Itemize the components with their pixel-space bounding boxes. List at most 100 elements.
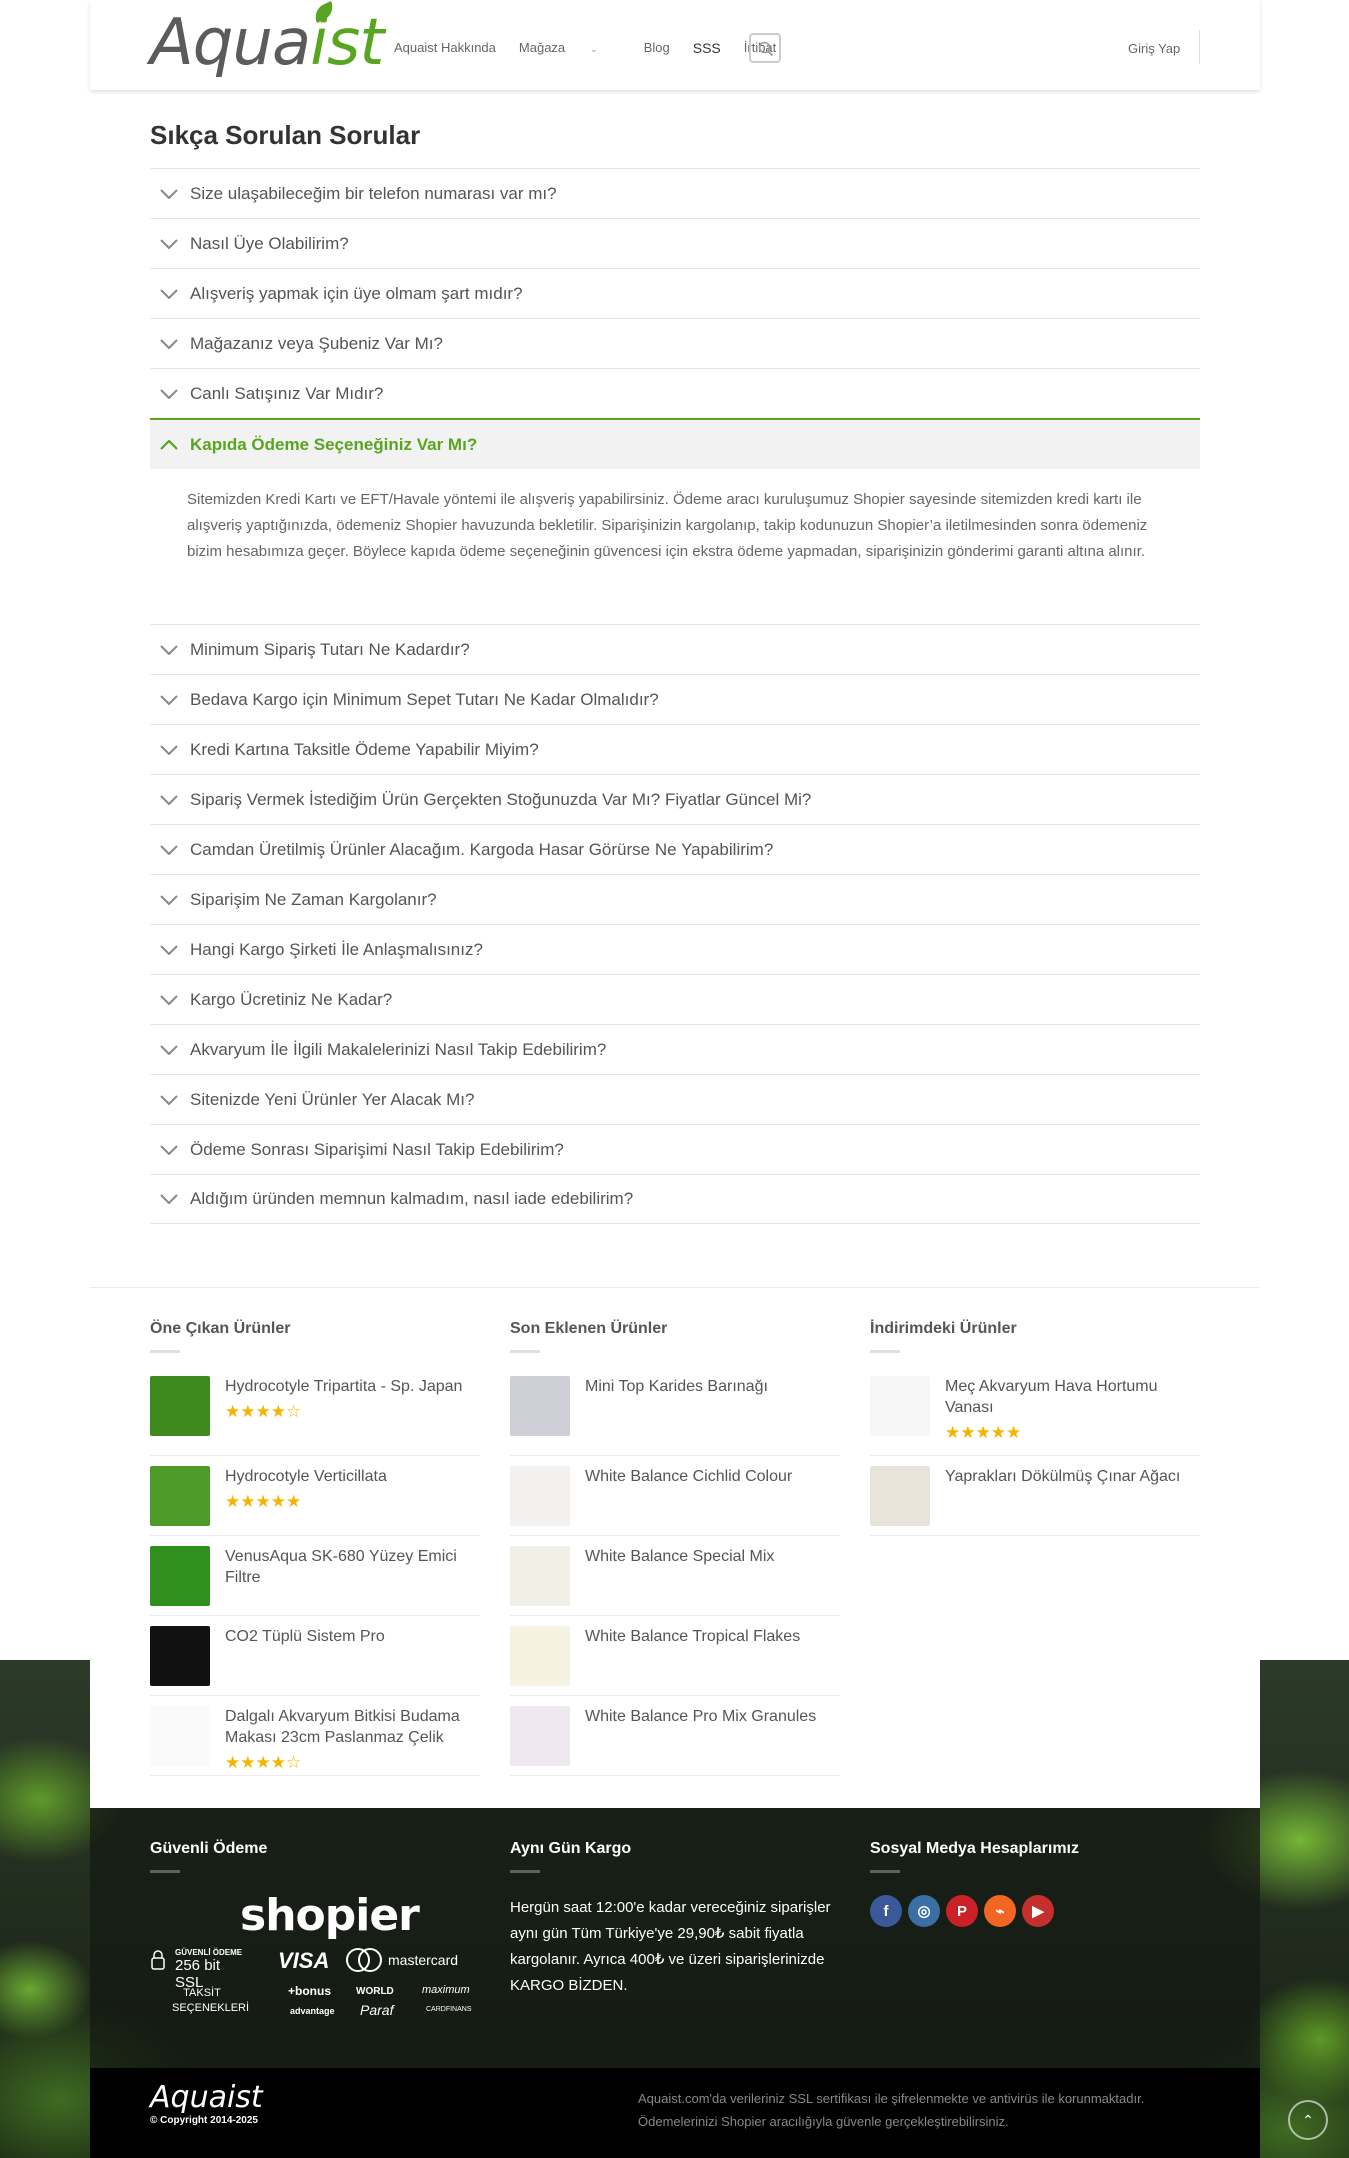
youtube-icon[interactable]: ▶ bbox=[1022, 1895, 1054, 1927]
faq-item[interactable]: Siparişim Ne Zaman Kargolanır? bbox=[150, 874, 1200, 924]
faq-question: Aldığım üründen memnun kalmadım, nasıl i… bbox=[190, 1189, 634, 1208]
sale-products: İndirimdeki Ürünler Meç Akvaryum Hava Ho… bbox=[870, 1320, 1200, 1536]
product-thumbnail[interactable] bbox=[510, 1376, 570, 1436]
title-underline bbox=[150, 1350, 180, 1353]
product-name[interactable]: White Balance Special Mix bbox=[585, 1546, 774, 1567]
copyright: © Copyright 2014-2025 bbox=[150, 2115, 258, 2126]
bonus-logo: +bonus bbox=[288, 1984, 332, 1998]
product-item[interactable]: White Balance Cichlid Colour bbox=[510, 1456, 840, 1536]
product-item[interactable]: White Balance Tropical Flakes bbox=[510, 1616, 840, 1696]
product-info: Hydrocotyle Verticillata ★★★★★ bbox=[225, 1466, 387, 1535]
faq-item[interactable]: Hangi Kargo Şirketi İle Anlaşmalısınız? bbox=[150, 924, 1200, 974]
mastercard-logo: mastercard bbox=[346, 1948, 458, 1977]
faq-item[interactable]: Camdan Üretilmiş Ürünler Alacağım. Kargo… bbox=[150, 824, 1200, 874]
chevron-down-icon bbox=[150, 894, 190, 905]
product-item[interactable]: Meç Akvaryum Hava Hortumu Vanası ★★★★★ bbox=[870, 1376, 1200, 1456]
facebook-icon[interactable]: f bbox=[870, 1895, 902, 1927]
product-item[interactable]: White Balance Pro Mix Granules bbox=[510, 1696, 840, 1776]
product-thumbnail[interactable] bbox=[150, 1706, 210, 1766]
footer-logo[interactable]: Aquaist bbox=[150, 2080, 263, 2115]
product-name[interactable]: White Balance Tropical Flakes bbox=[585, 1626, 800, 1647]
faq-item[interactable]: Mağazanız veya Şubeniz Var Mı? bbox=[150, 318, 1200, 368]
chevron-down-icon bbox=[150, 388, 190, 399]
nav-faq[interactable]: SSS bbox=[693, 40, 721, 56]
product-name[interactable]: White Balance Cichlid Colour bbox=[585, 1466, 792, 1487]
product-name[interactable]: White Balance Pro Mix Granules bbox=[585, 1706, 816, 1727]
faq-item[interactable]: Alışveriş yapmak için üye olmam şart mıd… bbox=[150, 268, 1200, 318]
faq-question: Kredi Kartına Taksitle Ödeme Yapabilir M… bbox=[190, 739, 539, 759]
chevron-down-icon bbox=[150, 744, 190, 755]
security-note: Aquaist.com'da verileriniz SSL sertifika… bbox=[638, 2091, 1145, 2129]
widget-title: Son Eklenen Ürünler bbox=[510, 1320, 668, 1337]
product-thumbnail[interactable] bbox=[150, 1626, 210, 1686]
faq-item[interactable]: Size ulaşabileceğim bir telefon numarası… bbox=[150, 168, 1200, 218]
faq-item[interactable]: Ödeme Sonrası Siparişimi Nasıl Takip Ede… bbox=[150, 1124, 1200, 1174]
product-item[interactable]: Dalgalı Akvaryum Bitkisi Budama Makası 2… bbox=[150, 1696, 480, 1776]
star-rating: ★★★★★ bbox=[945, 1423, 1022, 1442]
faq-item[interactable]: Sipariş Vermek İstediğim Ürün Gerçekten … bbox=[150, 774, 1200, 824]
faq-question: Ödeme Sonrası Siparişimi Nasıl Takip Ede… bbox=[190, 1139, 564, 1159]
product-name[interactable]: Yaprakları Dökülmüş Çınar Ağacı bbox=[945, 1466, 1180, 1487]
instagram-icon[interactable]: ◎ bbox=[908, 1895, 940, 1927]
faq-item-open[interactable]: Kapıda Ödeme Seçeneğiniz Var Mı? bbox=[150, 418, 1200, 469]
faq-item[interactable]: Nasıl Üye Olabilirim? bbox=[150, 218, 1200, 268]
faq-item[interactable]: Canlı Satışınız Var Mıdır? bbox=[150, 368, 1200, 418]
faq-question: Minimum Sipariş Tutarı Ne Kadardır? bbox=[190, 639, 470, 659]
faq-question: Mağazanız veya Şubeniz Var Mı? bbox=[190, 333, 443, 353]
product-name[interactable]: Meç Akvaryum Hava Hortumu Vanası bbox=[945, 1376, 1200, 1418]
lock-icon bbox=[151, 1950, 165, 1970]
faq-item[interactable]: Minimum Sipariş Tutarı Ne Kadardır? bbox=[150, 624, 1200, 674]
product-thumbnail[interactable] bbox=[870, 1376, 930, 1436]
product-thumbnail[interactable] bbox=[510, 1626, 570, 1686]
product-item[interactable]: CO2 Tüplü Sistem Pro bbox=[150, 1616, 480, 1696]
chevron-down-icon bbox=[150, 994, 190, 1005]
star-rating: ★★★★☆ bbox=[225, 1753, 302, 1772]
social-links: f ◎ P ⌁ ▶ bbox=[870, 1895, 1054, 1927]
product-item[interactable]: Yaprakları Dökülmüş Çınar Ağacı bbox=[870, 1456, 1200, 1536]
product-thumbnail[interactable] bbox=[150, 1466, 210, 1526]
product-name[interactable]: CO2 Tüplü Sistem Pro bbox=[225, 1626, 385, 1647]
search-button[interactable] bbox=[749, 33, 781, 63]
product-thumbnail[interactable] bbox=[150, 1546, 210, 1606]
faq-item[interactable]: Akvaryum İle İlgili Makalelerinizi Nasıl… bbox=[150, 1024, 1200, 1074]
nav-shop[interactable]: Mağaza ⌄ bbox=[519, 40, 621, 56]
product-info: White Balance Cichlid Colour bbox=[585, 1466, 792, 1535]
faq-question: Akvaryum İle İlgili Makalelerinizi Nasıl… bbox=[190, 1039, 607, 1059]
product-info: Mini Top Karides Barınağı bbox=[585, 1376, 768, 1455]
widget-title: Öne Çıkan Ürünler bbox=[150, 1320, 291, 1337]
title-underline bbox=[510, 1870, 540, 1873]
product-thumbnail[interactable] bbox=[150, 1376, 210, 1436]
nav-blog[interactable]: Blog bbox=[644, 40, 670, 56]
faq-item[interactable]: Bedava Kargo için Minimum Sepet Tutarı N… bbox=[150, 674, 1200, 724]
product-item[interactable]: Hydrocotyle Tripartita - Sp. Japan ★★★★☆ bbox=[150, 1376, 480, 1456]
product-item[interactable]: Hydrocotyle Verticillata ★★★★★ bbox=[150, 1456, 480, 1536]
chevron-down-icon bbox=[150, 188, 190, 199]
faq-item[interactable]: Sitenizde Yeni Ürünler Yer Alacak Mı? bbox=[150, 1074, 1200, 1124]
faq-item[interactable]: Kargo Ücretiniz Ne Kadar? bbox=[150, 974, 1200, 1024]
faq-item[interactable]: Aldığım üründen memnun kalmadım, nasıl i… bbox=[150, 1174, 1200, 1224]
site-logo[interactable]: Aquaist bbox=[150, 6, 384, 80]
product-thumbnail[interactable] bbox=[870, 1466, 930, 1526]
title-underline bbox=[510, 1350, 540, 1353]
product-thumbnail[interactable] bbox=[510, 1546, 570, 1606]
product-thumbnail[interactable] bbox=[510, 1706, 570, 1766]
nav-about[interactable]: Aquaist Hakkında bbox=[394, 40, 496, 56]
product-item[interactable]: Mini Top Karides Barınağı bbox=[510, 1376, 840, 1456]
product-item[interactable]: VenusAqua SK-680 Yüzey Emici Filtre bbox=[150, 1536, 480, 1616]
product-info: CO2 Tüplü Sistem Pro bbox=[225, 1626, 385, 1695]
product-name[interactable]: Dalgalı Akvaryum Bitkisi Budama Makası 2… bbox=[225, 1706, 480, 1748]
login-link[interactable]: Giriş Yap bbox=[1128, 41, 1180, 56]
product-name[interactable]: Hydrocotyle Tripartita - Sp. Japan bbox=[225, 1376, 462, 1397]
rss-icon[interactable]: ⌁ bbox=[984, 1895, 1016, 1927]
title-underline bbox=[870, 1870, 900, 1873]
faq-item[interactable]: Kredi Kartına Taksitle Ödeme Yapabilir M… bbox=[150, 724, 1200, 774]
product-thumbnail[interactable] bbox=[510, 1466, 570, 1526]
product-name[interactable]: Hydrocotyle Verticillata bbox=[225, 1466, 387, 1487]
product-name[interactable]: Mini Top Karides Barınağı bbox=[585, 1376, 768, 1397]
product-item[interactable]: White Balance Special Mix bbox=[510, 1536, 840, 1616]
scroll-to-top-button[interactable]: ⌃ bbox=[1288, 2100, 1328, 2140]
product-name[interactable]: VenusAqua SK-680 Yüzey Emici Filtre bbox=[225, 1546, 480, 1588]
faq-question: Kargo Ücretiniz Ne Kadar? bbox=[190, 989, 393, 1009]
recent-products: Son Eklenen Ürünler Mini Top Karides Bar… bbox=[510, 1320, 840, 1776]
pinterest-icon[interactable]: P bbox=[946, 1895, 978, 1927]
